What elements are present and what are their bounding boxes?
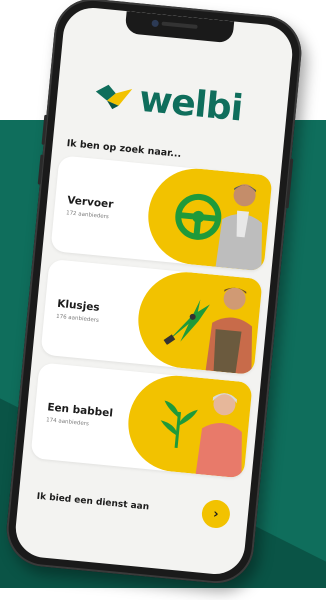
chevron-right-icon[interactable]: › (200, 498, 232, 530)
service-subtitle: 172 aanbieders (65, 210, 110, 221)
person-elderly-illustration (195, 393, 242, 479)
service-card-een-babbel[interactable]: Een babbel 174 aanbieders (30, 362, 253, 479)
background-bottom-strip (0, 588, 326, 600)
service-subtitle: 176 aanbieders (55, 313, 100, 324)
service-title: Klusjes (56, 297, 101, 314)
service-card-klusjes[interactable]: Klusjes 176 aanbieders (40, 258, 263, 375)
cta-label: Ik bied een dienst aan (36, 491, 150, 513)
camera-icon (151, 19, 159, 28)
brand-name: welbi (137, 78, 244, 130)
offer-service-cta[interactable]: Ik bied een dienst aan › (25, 474, 242, 538)
service-title: Vervoer (66, 194, 114, 211)
service-title: Een babbel (46, 401, 114, 420)
person-handyman-illustration (205, 287, 253, 375)
service-card-vervoer[interactable]: Vervoer 172 aanbieders (50, 155, 273, 272)
heart-logo-icon (95, 84, 133, 109)
person-driver-illustration (215, 184, 263, 272)
app-logo: welbi (92, 74, 244, 129)
speaker (161, 21, 198, 29)
service-subtitle: 174 aanbieders (45, 417, 90, 428)
